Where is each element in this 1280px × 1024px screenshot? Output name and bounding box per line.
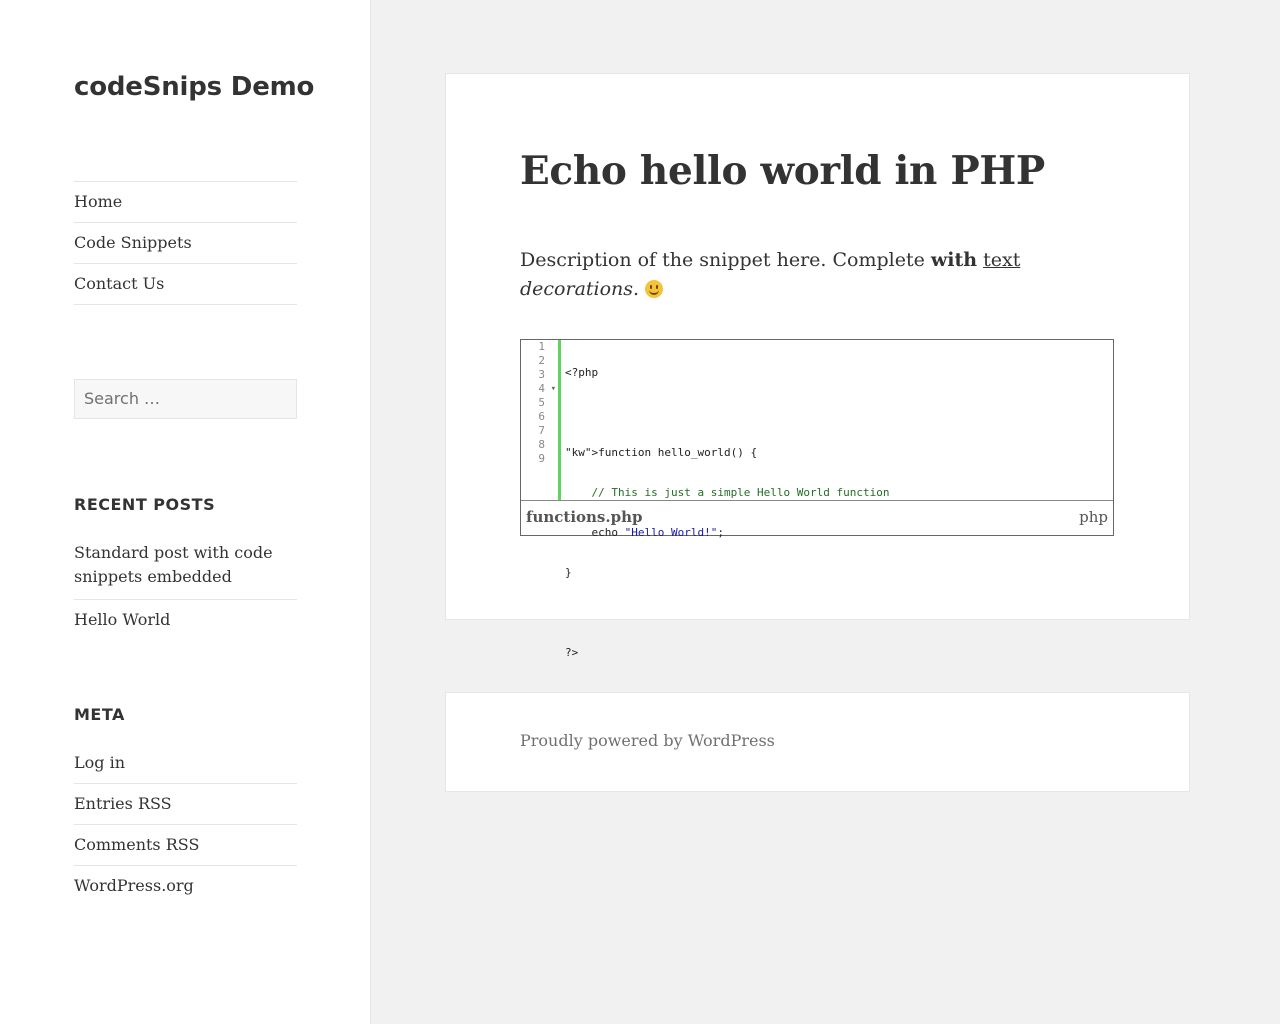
meta-list: Log in Entries RSS Comments RSS WordPres…	[74, 751, 297, 914]
menu-item-code-snippets[interactable]: Code Snippets	[74, 223, 297, 264]
code-footer: functions.php php	[521, 500, 1113, 535]
line-number: 1	[538, 340, 545, 353]
recent-posts-heading: RECENT POSTS	[74, 495, 216, 514]
meta-heading: META	[74, 705, 125, 724]
site-title[interactable]: codeSnips Demo	[74, 72, 314, 102]
snippet-filename: functions.php	[526, 508, 643, 526]
code-line: // This is just a simple Hello World fun…	[565, 486, 890, 499]
line-number: 9	[538, 452, 545, 465]
code-line: <?php	[565, 366, 599, 379]
code-snippet: 1 2 3 4 5 6 7 8 9 <?php "kw">function he…	[520, 339, 1114, 659]
line-number: 2	[538, 354, 545, 367]
description-text: Description of the snippet here. Complet…	[520, 249, 931, 271]
code-line: "kw">function hello_world() {	[565, 446, 758, 459]
menu-item-home[interactable]: Home	[74, 182, 297, 223]
description-bold: with	[930, 249, 978, 271]
code-line: ?>	[565, 646, 579, 659]
meta-link-log-in[interactable]: Log in	[74, 751, 297, 784]
line-number: 6	[538, 410, 545, 423]
description-underline: text	[983, 249, 1021, 271]
recent-post-link[interactable]: Hello World	[74, 608, 297, 642]
site-footer: Proudly powered by WordPress	[445, 692, 1190, 792]
main-menu: Home Code Snippets Contact Us	[74, 181, 297, 305]
footer-credit-link[interactable]: Proudly powered by WordPress	[520, 731, 775, 750]
post-title[interactable]: Echo hello world in PHP	[520, 148, 1045, 194]
recent-posts-list: Standard post with code snippets embedde…	[74, 541, 297, 650]
line-number: 7	[538, 424, 545, 437]
code-line: }	[565, 566, 572, 579]
code-editor[interactable]: 1 2 3 4 5 6 7 8 9 <?php "kw">function he…	[521, 340, 1113, 659]
sidebar: codeSnips Demo Home Code Snippets Contac…	[0, 0, 371, 1024]
meta-link-wordpress-org[interactable]: WordPress.org	[74, 874, 297, 906]
line-number: 3	[538, 368, 545, 381]
post-description: Description of the snippet here. Complet…	[520, 246, 1114, 304]
menu-item-contact-us[interactable]: Contact Us	[74, 264, 297, 305]
line-number: 5	[538, 396, 545, 409]
post-card: Echo hello world in PHP Description of t…	[445, 73, 1190, 659]
smiley-emoji-icon	[645, 280, 664, 298]
snippet-language: php	[1079, 508, 1108, 526]
line-number: 8	[538, 438, 545, 451]
line-number-gutter: 1 2 3 4 5 6 7 8 9	[521, 340, 561, 500]
line-number-fold[interactable]: 4	[521, 382, 558, 396]
meta-link-entries-rss[interactable]: Entries RSS	[74, 792, 297, 825]
search-input[interactable]: Search …	[74, 379, 297, 419]
recent-post-link[interactable]: Standard post with code snippets embedde…	[74, 541, 297, 600]
description-italic: decorations.	[520, 278, 640, 300]
meta-link-comments-rss[interactable]: Comments RSS	[74, 833, 297, 866]
